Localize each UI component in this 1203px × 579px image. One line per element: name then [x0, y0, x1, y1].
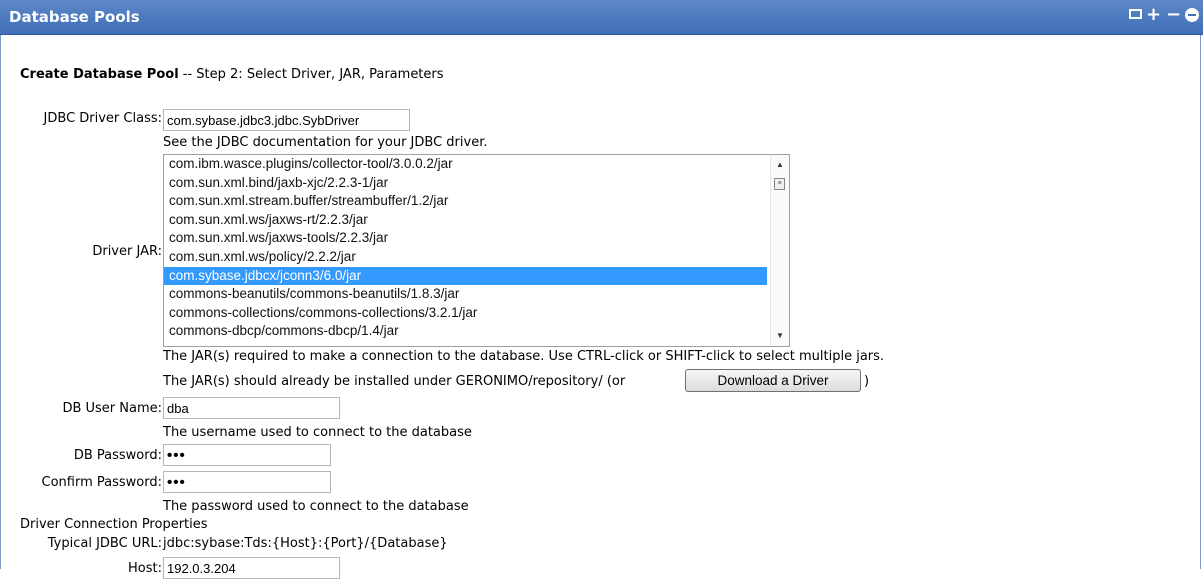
driver-class-note: See the JDBC documentation for your JDBC… [163, 135, 488, 150]
driver-jar-label: Driver JAR: [92, 244, 162, 259]
jar-option[interactable]: commons-beanutils/commons-beanutils/1.8.… [164, 285, 789, 304]
jar-note-close-paren: ) [864, 374, 870, 389]
password-note: The password used to connect to the data… [163, 499, 469, 514]
confirm-password-label: Confirm Password: [41, 475, 162, 490]
jdbc-url-value: jdbc:sybase:Tds:{Host}:{Port}/{Database} [163, 536, 448, 551]
maximize-icon[interactable] [1129, 9, 1142, 19]
jar-option[interactable]: com.sun.xml.stream.buffer/streambuffer/1… [164, 192, 789, 211]
page-heading: Create Database Pool -- Step 2: Select D… [20, 67, 444, 82]
host-input[interactable]: 192.0.3.204 [163, 557, 340, 579]
download-driver-button[interactable]: Download a Driver [685, 369, 861, 392]
db-password-input[interactable]: ••• [163, 444, 331, 466]
scroll-down-arrow-icon[interactable]: ▼ [771, 328, 789, 344]
jar-option[interactable]: commons-dbcp/commons-dbcp/1.4/jar [164, 322, 789, 341]
jar-option[interactable]: com.sun.xml.ws/jaxws-tools/2.2.3/jar [164, 229, 789, 248]
panel-title: Database Pools [9, 8, 140, 26]
db-user-label: DB User Name: [62, 401, 162, 416]
close-circle-icon[interactable] [1185, 8, 1199, 22]
jar-list-scrollbar[interactable]: ▲ ≡ ▼ [770, 155, 789, 346]
jar-option[interactable]: com.sun.xml.ws/policy/2.2.2/jar [164, 248, 789, 267]
confirm-password-input[interactable]: ••• [163, 471, 331, 493]
heading-step: -- Step 2: Select Driver, JAR, Parameter… [178, 67, 444, 82]
jar-option[interactable]: com.sybase.jdbcx/jconn3/6.0/jar [164, 266, 767, 286]
jar-note-multiple: The JAR(s) required to make a connection… [163, 349, 885, 364]
jar-option[interactable]: com.ibm.wasce.plugins/collector-tool/3.0… [164, 155, 789, 174]
jar-option[interactable]: com.sun.xml.ws/jaxws-rt/2.2.3/jar [164, 211, 789, 230]
driver-class-label: JDBC Driver Class: [43, 111, 162, 126]
db-password-label: DB Password: [73, 448, 162, 463]
driver-props-heading: Driver Connection Properties [20, 517, 208, 532]
plus-icon[interactable]: + [1145, 6, 1162, 24]
panel-titlebar: Database Pools + − [0, 0, 1203, 35]
heading-bold: Create Database Pool [20, 67, 179, 82]
window-controls: + − [1129, 6, 1199, 24]
jar-option[interactable]: commons-collections/commons-collections/… [164, 304, 789, 323]
driver-jar-listbox[interactable]: com.ibm.wasce.plugins/collector-tool/3.0… [163, 154, 790, 347]
jar-option[interactable]: com.sun.xml.bind/jaxb-xjc/2.2.3-1/jar [164, 174, 789, 193]
scroll-up-arrow-icon[interactable]: ▲ [771, 157, 789, 173]
minus-icon[interactable]: − [1165, 6, 1182, 24]
jar-note-installed: The JAR(s) should already be installed u… [163, 374, 626, 389]
db-user-note: The username used to connect to the data… [163, 425, 472, 440]
db-user-input[interactable]: dba [163, 397, 340, 419]
driver-class-input[interactable]: com.sybase.jdbc3.jdbc.SybDriver [163, 109, 410, 131]
scroll-thumb[interactable]: ≡ [774, 178, 785, 190]
jdbc-url-label: Typical JDBC URL: [47, 536, 162, 551]
